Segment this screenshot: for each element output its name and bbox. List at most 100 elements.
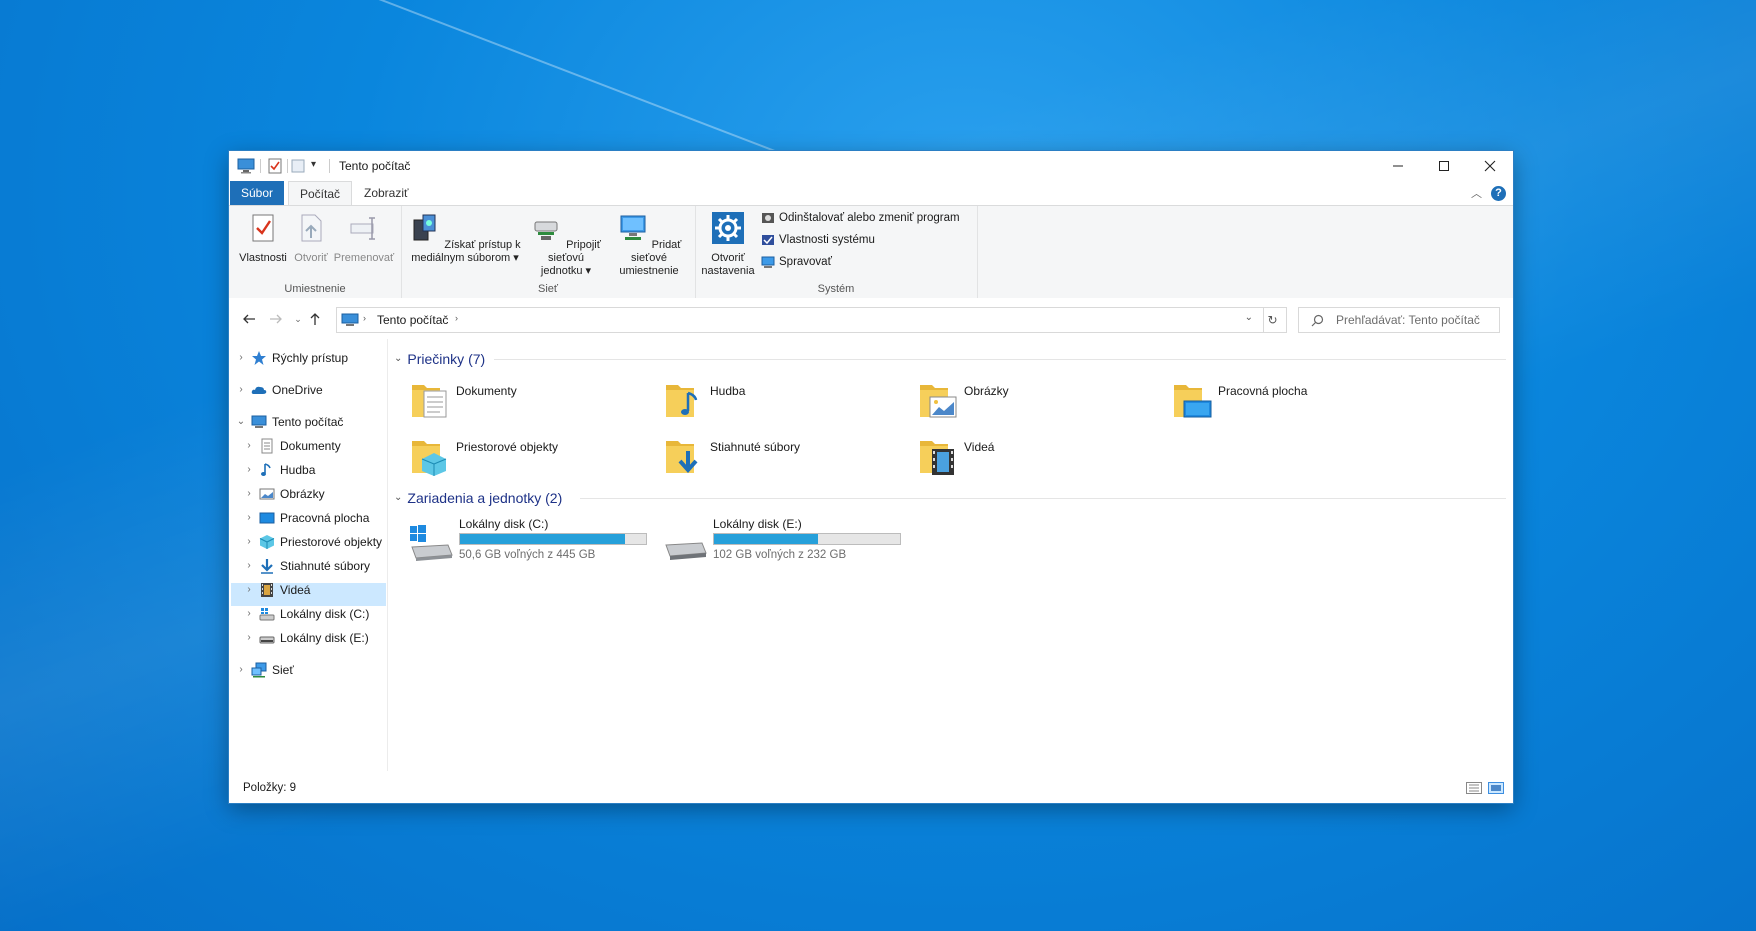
back-button[interactable]: [238, 308, 260, 330]
rename-button[interactable]: Premenovať: [333, 210, 395, 265]
chevron-down-icon[interactable]: ⌄: [394, 348, 402, 370]
rename-label: Premenovať: [333, 252, 395, 264]
drive-free-space: 102 GB voľných z 232 GB: [713, 549, 847, 561]
close-button[interactable]: [1467, 151, 1513, 181]
tree-item-pictures[interactable]: › Obrázky: [243, 483, 324, 505]
ribbon-tabs: Súbor Počítač Zobraziť ︿ ?: [229, 181, 1513, 206]
system-drive-icon: [410, 525, 453, 561]
breadcrumb-this-pc[interactable]: Tento počítač: [377, 313, 448, 327]
add-network-location-button[interactable]: Pridať sieťové umiestnenie: [609, 210, 689, 278]
tree-label: Lokálny disk (E:): [280, 631, 369, 645]
tree-item-this-pc[interactable]: ⌄ Tento počítač: [235, 411, 344, 433]
tree-item-network[interactable]: › Sieť: [235, 659, 294, 681]
refresh-icon: ↻: [1267, 313, 1278, 327]
open-settings-button[interactable]: Otvoriť nastavenia: [699, 210, 757, 278]
map-drive-button[interactable]: Pripojiť sieťovú jednotku ▾: [525, 210, 607, 278]
uninstall-program-button[interactable]: Odinštalovať alebo zmeniť program: [761, 208, 960, 228]
address-bar[interactable]: › Tento počítač › ⌄: [336, 307, 1264, 333]
chevron-right-icon[interactable]: ›: [243, 459, 255, 481]
forward-button[interactable]: [265, 308, 287, 330]
drives-section-header[interactable]: ⌄ Zariadenia a jednotky (2): [394, 487, 562, 509]
tree-item-disk-c[interactable]: › Lokálny disk (C:): [243, 603, 369, 625]
tree-item-quick-access[interactable]: › Rýchly prístup: [235, 347, 348, 369]
chevron-right-icon[interactable]: ›: [243, 507, 255, 529]
tree-item-desktop[interactable]: › Pracovná plocha: [243, 507, 369, 529]
chevron-down-icon[interactable]: ⌄: [394, 487, 402, 509]
folder-downloads[interactable]: Stiahnuté súbory: [664, 433, 904, 481]
chevron-right-icon[interactable]: ›: [243, 531, 255, 553]
system-properties-button[interactable]: Vlastnosti systému: [761, 230, 875, 250]
tree-item-documents[interactable]: › Dokumenty: [243, 435, 341, 457]
drive-e[interactable]: Lokálny disk (E:) 102 GB voľných z 232 G…: [662, 515, 902, 565]
tree-item-onedrive[interactable]: › OneDrive: [235, 379, 322, 401]
tab-view[interactable]: Zobraziť: [353, 181, 420, 205]
media-label-line2: mediálnym súborom: [411, 252, 511, 264]
section-divider: [494, 359, 1506, 360]
tree-item-videos[interactable]: › Videá: [243, 579, 310, 601]
chevron-right-icon[interactable]: ›: [243, 579, 255, 601]
search-box[interactable]: Prehľadávať: Tento počítač: [1298, 307, 1500, 333]
folder-desktop-icon: [1174, 385, 1212, 418]
refresh-button[interactable]: ↻: [1259, 307, 1287, 333]
properties-button[interactable]: Vlastnosti: [237, 210, 289, 265]
new-folder-quick-icon[interactable]: [291, 158, 305, 174]
help-icon[interactable]: ?: [1491, 186, 1506, 201]
folder-documents[interactable]: Dokumenty: [410, 377, 650, 425]
folder-3d-objects[interactable]: Priestorové objekty: [410, 433, 650, 481]
group-location: Vlastnosti Otvoriť Premenovať Umiestneni…: [229, 206, 402, 298]
computer-icon: [251, 415, 267, 428]
minimize-icon: [1393, 165, 1403, 167]
chevron-right-icon[interactable]: ›: [243, 627, 255, 649]
tree-label: Hudba: [280, 463, 316, 477]
properties-quick-icon[interactable]: [268, 158, 282, 174]
breadcrumb-chevron-icon[interactable]: ›: [455, 313, 458, 323]
tree-item-music[interactable]: › Hudba: [243, 459, 315, 481]
details-view-icon[interactable]: [1466, 782, 1482, 794]
arrow-left-icon: [243, 314, 255, 324]
manage-label: Spravovať: [779, 256, 832, 268]
folders-section-header[interactable]: ⌄ Priečinky (7): [394, 348, 485, 370]
tree-label: Pracovná plocha: [280, 511, 370, 525]
folder-music[interactable]: Hudba: [664, 377, 904, 425]
tree-item-3d-objects[interactable]: › Priestorové objekty: [243, 531, 382, 553]
item-count: Položky: 9: [243, 782, 297, 794]
collapse-ribbon-icon[interactable]: ︿: [1471, 185, 1482, 201]
folder-videos-icon: [920, 441, 954, 475]
tree-item-downloads[interactable]: › Stiahnuté súbory: [243, 555, 370, 577]
folder-videos[interactable]: Videá: [918, 433, 1158, 481]
tab-computer[interactable]: Počítač: [288, 181, 353, 206]
network-icon: [251, 662, 267, 678]
chevron-right-icon[interactable]: ›: [235, 347, 247, 369]
chevron-right-icon[interactable]: ›: [243, 435, 255, 457]
folder-pictures[interactable]: Obrázky: [918, 377, 1158, 425]
map-network-drive-icon: [534, 221, 558, 240]
maximize-button[interactable]: [1421, 151, 1467, 181]
up-button[interactable]: [304, 308, 326, 330]
chevron-right-icon[interactable]: ›: [235, 379, 247, 401]
open-button[interactable]: Otvoriť: [291, 210, 331, 265]
properties-label: Vlastnosti: [239, 252, 287, 264]
customize-quick-access-icon[interactable]: ▾: [311, 159, 316, 175]
chevron-right-icon[interactable]: ›: [243, 555, 255, 577]
chevron-down-icon[interactable]: ⌄: [235, 411, 247, 433]
rename-icon: [350, 217, 375, 240]
tab-file[interactable]: Súbor: [230, 181, 285, 205]
folder-desktop[interactable]: Pracovná plocha: [1172, 377, 1412, 425]
large-icons-view-icon[interactable]: [1488, 782, 1504, 794]
tree-item-disk-e[interactable]: › Lokálny disk (E:): [243, 627, 369, 649]
folder-name: Obrázky: [964, 384, 1009, 398]
chevron-right-icon[interactable]: ›: [235, 659, 247, 681]
address-dropdown-icon[interactable]: ⌄: [1245, 312, 1253, 323]
system-properties-icon: [762, 235, 774, 245]
drive-c[interactable]: Lokálny disk (C:) 50,6 GB voľných z 445 …: [408, 515, 648, 565]
folders-header-label: Priečinky (7): [407, 351, 486, 367]
minimize-button[interactable]: [1375, 151, 1421, 181]
media-access-button[interactable]: Získať prístup k mediálnym súborom ▾: [407, 210, 523, 265]
manage-button[interactable]: Spravovať: [761, 252, 832, 272]
uninstall-label: Odinštalovať alebo zmeniť program: [779, 212, 960, 224]
pictures-icon: [259, 488, 275, 500]
settings-gear-icon: [712, 212, 744, 244]
chevron-right-icon[interactable]: ›: [243, 603, 255, 625]
chevron-right-icon[interactable]: ›: [243, 483, 255, 505]
tree-label: Stiahnuté súbory: [280, 559, 371, 573]
